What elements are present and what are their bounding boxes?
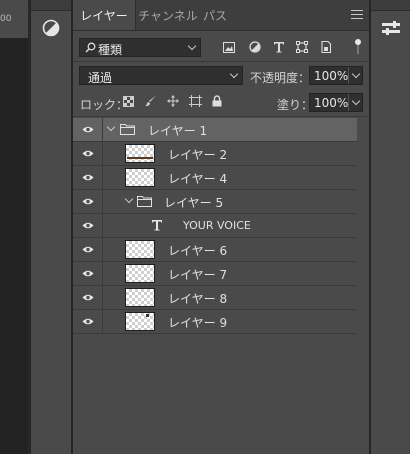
- expand-chevron-icon[interactable]: [106, 122, 116, 132]
- canvas-strip: 00: [0, 0, 30, 454]
- eye-icon: [82, 150, 94, 157]
- panel-tabs: レイヤー チャンネル パス: [73, 0, 369, 31]
- layer-thumbnail: [125, 144, 155, 163]
- ruler-number: 00: [0, 14, 12, 24]
- layer-thumbnail: [125, 264, 155, 283]
- layer-thumbnail: [125, 240, 155, 259]
- visibility-toggle[interactable]: [73, 286, 103, 309]
- folder-icon: [120, 124, 135, 135]
- visibility-toggle[interactable]: [73, 118, 103, 141]
- layers-panel: レイヤー チャンネル パス 種類 通過 不透明度： 100% ロック： 塗り： …: [72, 0, 370, 454]
- visibility-toggle[interactable]: [73, 214, 103, 237]
- layer-name: レイヤー 9: [168, 316, 228, 330]
- layer-row[interactable]: レイヤー 8: [73, 286, 357, 310]
- smart-object-filter-icon[interactable]: [320, 41, 332, 53]
- layer-thumbnail: [125, 288, 155, 307]
- shape-filter-icon[interactable]: [296, 41, 308, 53]
- pixel-filter-icon[interactable]: [223, 42, 235, 53]
- fill-value: 100%: [314, 96, 349, 110]
- adjustments-button[interactable]: [36, 15, 66, 41]
- layer-row[interactable]: レイヤー 4: [73, 166, 357, 190]
- properties-button[interactable]: [376, 15, 406, 41]
- layer-row[interactable]: レイヤー 5: [73, 190, 357, 214]
- blend-mode-select[interactable]: 通過: [79, 66, 243, 85]
- chevron-down-icon: [351, 69, 361, 79]
- filter-toggle-switch[interactable]: [355, 39, 361, 55]
- eye-icon: [82, 198, 94, 205]
- layer-row[interactable]: レイヤー 2: [73, 142, 357, 166]
- eye-icon: [82, 246, 94, 253]
- layer-row[interactable]: レイヤー 9: [73, 310, 357, 334]
- fill-label: 塗り：: [277, 98, 314, 112]
- layer-name: レイヤー 8: [168, 292, 228, 306]
- eye-icon: [82, 126, 94, 133]
- folder-icon: [137, 196, 152, 207]
- chevron-down-icon: [187, 41, 197, 51]
- visibility-toggle[interactable]: [73, 190, 103, 213]
- layer-name: レイヤー 2: [168, 148, 228, 162]
- expand-chevron-icon[interactable]: [124, 194, 134, 204]
- chevron-down-icon: [229, 69, 239, 79]
- panel-menu-icon[interactable]: [351, 10, 363, 19]
- fill-field[interactable]: 100%: [309, 93, 363, 112]
- layer-row[interactable]: レイヤー 1: [73, 118, 357, 142]
- divider: [73, 116, 369, 117]
- dock-header: [31, 0, 71, 11]
- divider: [73, 61, 369, 62]
- visibility-toggle[interactable]: [73, 262, 103, 285]
- document-canvas[interactable]: [0, 38, 28, 454]
- visibility-toggle[interactable]: [73, 238, 103, 261]
- eye-icon: [82, 174, 94, 181]
- eye-icon: [82, 270, 94, 277]
- properties-sliders-icon: [382, 21, 400, 35]
- layers-scrollbar[interactable]: [359, 118, 367, 338]
- lock-position-icon[interactable]: [167, 95, 179, 107]
- opacity-value: 100%: [314, 69, 349, 83]
- layer-thumbnail: [125, 312, 155, 331]
- tab-channels[interactable]: チャンネル: [136, 0, 200, 30]
- right-panel-dock: [370, 0, 410, 454]
- visibility-toggle[interactable]: [73, 310, 103, 333]
- lock-all-icon[interactable]: [212, 95, 222, 107]
- lock-transparent-pixels-icon[interactable]: [123, 96, 134, 107]
- layer-row[interactable]: レイヤー 6: [73, 238, 357, 262]
- collapsed-panel-dock: [30, 0, 72, 454]
- adjustment-filter-icon[interactable]: [249, 41, 261, 53]
- tab-paths[interactable]: パス: [200, 0, 230, 30]
- layer-name: YOUR VOICE: [183, 219, 251, 232]
- filter-kind-label: 種類: [98, 43, 123, 57]
- text-layer-icon: [152, 220, 162, 231]
- tab-layers[interactable]: レイヤー: [73, 0, 136, 30]
- layer-row[interactable]: レイヤー 7: [73, 262, 357, 286]
- search-icon: [85, 42, 96, 53]
- layer-name: レイヤー 4: [168, 172, 228, 186]
- layer-row[interactable]: YOUR VOICE: [73, 214, 357, 238]
- ruler: 00: [0, 0, 28, 39]
- lock-label: ロック：: [80, 98, 129, 112]
- visibility-toggle[interactable]: [73, 166, 103, 189]
- opacity-label: 不透明度：: [250, 71, 311, 85]
- lock-artboard-icon[interactable]: [189, 95, 202, 107]
- layer-name: レイヤー 7: [168, 268, 228, 282]
- lock-image-pixels-icon[interactable]: [145, 95, 157, 107]
- chevron-down-icon: [351, 96, 361, 106]
- layer-name: レイヤー 1: [148, 124, 208, 138]
- filter-kind-select[interactable]: 種類: [79, 38, 201, 57]
- blend-mode-value: 通過: [88, 71, 113, 85]
- adjustments-icon: [42, 19, 60, 37]
- visibility-toggle[interactable]: [73, 142, 103, 165]
- opacity-field[interactable]: 100%: [309, 66, 363, 85]
- type-filter-icon[interactable]: [273, 41, 285, 53]
- eye-icon: [82, 222, 94, 229]
- layer-name: レイヤー 5: [164, 196, 224, 210]
- eye-icon: [82, 294, 94, 301]
- dock-header: [371, 0, 410, 11]
- layer-thumbnail: [125, 168, 155, 187]
- layer-name: レイヤー 6: [168, 244, 228, 258]
- eye-icon: [82, 318, 94, 325]
